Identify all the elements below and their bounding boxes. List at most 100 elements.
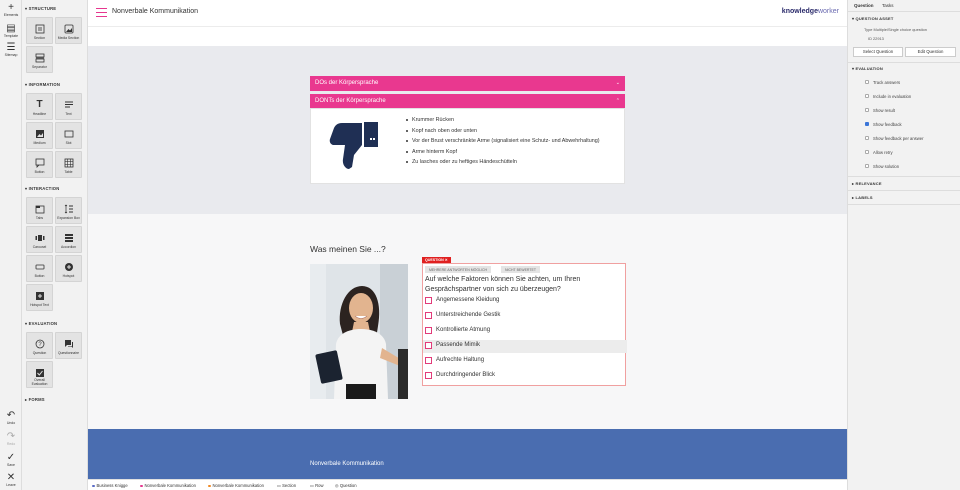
tile-section[interactable]: Section [26,17,53,44]
answer-option[interactable]: Angemessene Kleidung [423,295,627,308]
canvas-header: Nonverbale Kommunikation knowledgeworker [88,0,847,27]
section-evaluation-header[interactable]: ▾ EVALUATION [852,66,883,71]
tab-question[interactable]: Question [851,2,877,9]
answer-option[interactable]: Kontrollierte Atmung [423,325,627,338]
tile-media-section[interactable]: Media Section [55,17,82,44]
group-forms-header[interactable]: ▸ FORMS [25,397,45,402]
section-question-asset-header[interactable]: ▾ QUESTION ASSET [852,16,894,21]
answer-checkbox[interactable] [425,372,432,379]
tile-label: Accordion [60,245,77,249]
tile-carousel[interactable]: Carousel [26,226,53,253]
tile-tabs[interactable]: Tabs [26,197,53,224]
answer-option[interactable]: Durchdringender Blick [423,370,627,383]
group-interaction-header[interactable]: ▾ INTERACTION [25,186,60,191]
tile-headline[interactable]: T Headline [26,93,53,120]
expansion-box-icon [56,203,81,214]
menu-icon[interactable] [96,8,107,17]
track-answers-checkbox[interactable]: Track answers [865,80,900,85]
checkbox-box[interactable] [865,94,869,98]
tile-button[interactable]: Button [26,151,53,178]
answer-option[interactable]: Unterstreichende Gestik [423,310,627,323]
breadcrumb-item[interactable]: ▭ Section [277,483,296,488]
answer-checkbox[interactable] [425,312,432,319]
answer-checkbox[interactable] [425,357,432,364]
breadcrumb-item[interactable]: Nonverbale Kommunikation [140,483,196,488]
tile-hotspot[interactable]: Hotspot [55,255,82,282]
tile-label: Button [34,274,45,278]
properties-panel: Question Tasks ▾ QUESTION ASSET Type Mul… [847,0,960,490]
rail-undo-label: Undo [6,421,16,425]
question-badge[interactable]: QUESTION ✕ [422,257,451,263]
rail-sitemap[interactable]: ☰ Sitemap [0,43,22,58]
tab-tasks[interactable]: Tasks [879,2,897,9]
checkbox-box[interactable] [865,150,869,154]
tile-separator[interactable]: Separator [26,46,53,73]
tabs-icon [27,203,52,214]
thumbs-down-icon [329,122,378,169]
checkbox-box[interactable] [865,108,869,112]
show-result-checkbox[interactable]: Show result [865,108,895,113]
rail-undo[interactable]: ↶ Undo [0,410,22,426]
answer-option[interactable]: Passende Mimik [423,340,627,353]
answer-option[interactable]: Aufrechte Haltung [423,355,627,368]
asset-id-label: ID [868,36,872,41]
answer-checkbox[interactable] [425,342,432,349]
tile-expansion-box[interactable]: Expansion Box [55,197,82,224]
checkbox-box[interactable] [865,164,869,168]
tile-slot[interactable]: Slot [55,122,82,149]
breadcrumb-item[interactable]: Business Knigge [92,483,128,488]
tile-table[interactable]: Table [55,151,82,178]
tile-overall-evaluation[interactable]: Overall Evaluation [26,361,53,388]
checkbox-box[interactable] [865,136,869,140]
rail-leave[interactable]: ✕ Leave [0,473,22,488]
tile-medium[interactable]: Medium [26,122,53,149]
undo-icon: ↶ [6,410,16,421]
breadcrumb-item[interactable]: Nonverbale Kommunikation [208,483,264,488]
tile-text[interactable]: Text [55,93,82,120]
checkbox-box[interactable] [865,80,869,84]
include-evaluation-checkbox[interactable]: Include in evaluation [865,94,911,99]
tile-question[interactable]: ? Question [26,332,53,359]
select-question-button[interactable]: Select Question [853,47,903,57]
answer-checkbox[interactable] [425,297,432,304]
tile-label: Hotspot [62,274,75,278]
tile-hotspot-text[interactable]: Hotspot Text [26,284,53,311]
breadcrumb-item[interactable]: ▭ Row [310,483,324,488]
show-feedback-per-answer-checkbox[interactable]: Show feedback per answer [865,136,924,141]
rail-save[interactable]: ✓ Save [0,453,22,468]
section-labels-header[interactable]: ▸ LABELS [852,195,873,200]
allow-retry-checkbox[interactable]: Allow retry [865,150,893,155]
checkbox-box-checked[interactable] [865,122,869,126]
group-information-header[interactable]: ▾ INFORMATION [25,82,60,87]
editor-canvas: Nonverbale Kommunikation knowledgeworker… [88,0,847,490]
tile-interaction-button[interactable]: Button [26,255,53,282]
group-structure-header[interactable]: ▾ STRUCTURE [25,6,56,11]
table-icon [56,157,81,168]
rail-template-label: Template [3,34,19,38]
question-section[interactable]: Was meinen Sie ...? QUESTION ✕ MEHRERE A… [88,214,847,429]
breadcrumb-item[interactable]: ◎ Question [335,483,357,488]
answer-checkbox[interactable] [425,327,432,334]
edit-question-button[interactable]: Edit Question [905,47,956,57]
show-solution-checkbox[interactable]: Show solution [865,164,899,169]
rail-elements[interactable]: + Elements [0,2,22,18]
divider [848,204,960,205]
left-rail: + Elements ▤ Template ☰ Sitemap ↶ Undo ↷… [0,0,22,490]
group-evaluation-header[interactable]: ▾ EVALUATION [25,321,57,326]
accordion-item-donts[interactable]: DONTs der Körpersprache ⌃ [310,94,625,109]
list-item: Arme hinterm Kopf [406,147,616,158]
rail-template[interactable]: ▤ Template [0,24,22,39]
tile-accordion[interactable]: Accordion [55,226,82,253]
section-relevance-header[interactable]: ▸ RELEVANCE [852,181,882,186]
question-block[interactable]: QUESTION ✕ MEHRERE ANTWORTEN MÖGLICH NIC… [422,257,627,386]
svg-text:?: ? [38,342,42,348]
show-feedback-checkbox[interactable]: Show feedback [865,122,902,127]
text-icon [56,99,81,110]
rail-redo[interactable]: ↷ Redo [0,432,22,447]
accordion-item-dos[interactable]: DOs der Körpersprache ⌄ [310,76,625,91]
plus-icon: + [8,2,14,13]
separator-icon [27,52,52,63]
tile-label: Headline [32,112,47,116]
tile-questionnaire[interactable]: Questionnaire [55,332,82,359]
woman-photo [310,264,408,399]
